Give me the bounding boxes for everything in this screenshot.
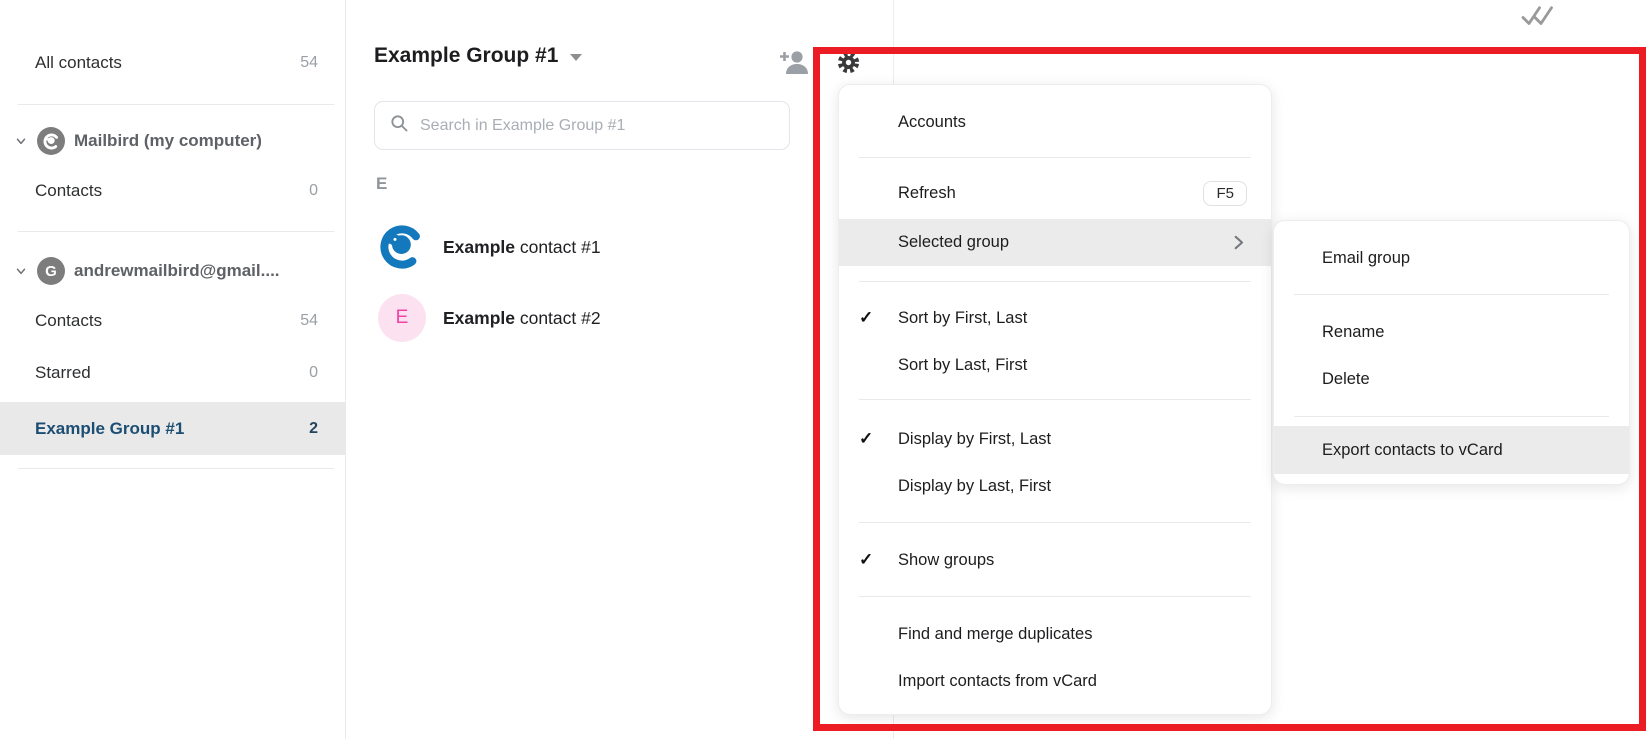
chevron-down-icon [14,264,28,278]
contacts-count: 54 [300,312,318,329]
avatar-initial: E [395,307,409,328]
selected-group-submenu: Email group Rename Delete Export contact… [1273,220,1630,485]
separator [859,399,1251,400]
search-box [374,101,790,150]
menu-label: Show groups [898,550,995,569]
contact-first-name: Example [443,236,515,257]
account-name: Mailbird (my computer) [74,131,262,150]
separator [859,596,1251,597]
separator [859,157,1251,158]
menu-label: Find and merge duplicates [898,624,1093,643]
menu-label: Delete [1322,369,1370,388]
menu-item-display-last-first[interactable]: Display by Last, First [839,462,1271,510]
separator [1294,416,1609,417]
menu-item-sort-first-last[interactable]: ✓ Sort by First, Last [839,294,1271,342]
sidebar-item-all-contacts[interactable]: All contacts 54 [0,40,346,86]
menu-label: Sort by Last, First [898,355,1028,374]
contact-first-name: Example [443,307,515,328]
account-name: andrewmailbird@gmail.... [74,261,280,280]
search-input[interactable] [420,116,775,135]
initial-avatar: E [378,294,426,342]
sidebar-item-contacts-gmail[interactable]: Contacts 54 [0,298,346,344]
google-account-avatar: G [37,257,65,285]
contact-name: Example contact #2 [443,308,601,329]
submenu-item-email-group[interactable]: Email group [1274,234,1629,282]
menu-label: Sort by First, Last [898,308,1028,327]
menu-item-selected-group[interactable]: Selected group [839,219,1271,266]
menu-item-import-contacts-vcard[interactable]: Import contacts from vCard [839,657,1271,705]
check-icon: ✓ [859,429,874,448]
all-contacts-label: All contacts [35,53,122,72]
menu-item-refresh[interactable]: Refresh F5 [839,169,1271,217]
sidebar-item-contacts-local[interactable]: Contacts 0 [0,168,346,214]
menu-label: Export contacts to vCard [1322,440,1503,459]
contact-row-example-2[interactable]: E Example contact #2 [366,286,826,350]
search-icon [389,113,409,138]
group-count: 2 [309,419,318,437]
group-label: Example Group #1 [35,418,185,438]
mailbird-logo-avatar [378,223,426,271]
chevron-down-icon [14,134,28,148]
menu-item-sort-last-first[interactable]: Sort by Last, First [839,341,1271,389]
starred-count: 0 [309,364,318,381]
menu-item-accounts[interactable]: Accounts [839,98,1271,146]
menu-item-show-groups[interactable]: ✓ Show groups [839,536,1271,584]
sidebar-account-gmail[interactable]: G andrewmailbird@gmail.... [0,248,346,294]
divider [18,468,334,469]
contact-name: Example contact #1 [443,237,601,258]
all-contacts-count: 54 [300,54,318,71]
sidebar-account-mailbird[interactable]: Mailbird (my computer) [0,118,346,164]
f5-shortcut-badge: F5 [1203,180,1247,206]
section-letter: E [376,174,388,193]
menu-label: Email group [1322,248,1411,267]
check-icon: ✓ [859,550,874,569]
add-contact-button[interactable] [778,48,812,81]
double-check-icon[interactable] [1520,3,1562,34]
chevron-right-icon [1230,234,1247,251]
menu-item-display-first-last[interactable]: ✓ Display by First, Last [839,415,1271,463]
menu-label: Refresh [898,183,956,202]
page-title: Example Group #1 [374,44,559,67]
sidebar-item-example-group-1[interactable]: Example Group #1 2 [0,402,346,455]
menu-label: Selected group [898,233,1009,251]
menu-label: Display by Last, First [898,476,1052,495]
menu-item-find-merge-duplicates[interactable]: Find and merge duplicates [839,610,1271,658]
divider [18,104,334,105]
contact-rest-name: contact #1 [514,236,601,257]
starred-label: Starred [35,363,91,382]
sidebar-item-starred[interactable]: Starred 0 [0,350,346,396]
submenu-item-export-contacts-vcard[interactable]: Export contacts to vCard [1274,426,1629,474]
dropdown-arrow-icon [570,54,583,61]
sidebar: All contacts 54 Mailbird (my computer) C… [0,0,346,739]
contact-rest-name: contact #2 [514,307,601,328]
menu-label: Accounts [898,112,966,131]
separator [1294,294,1609,295]
separator [859,522,1251,523]
menu-label: Rename [1322,322,1385,341]
contacts-count: 0 [309,182,318,199]
check-icon: ✓ [859,308,874,327]
gear-settings-menu: Accounts Refresh F5 Selected group ✓ Sor… [838,84,1272,715]
menu-label: Display by First, Last [898,429,1052,448]
mailbird-account-avatar [37,127,65,155]
submenu-item-delete[interactable]: Delete [1274,355,1629,403]
gear-icon[interactable] [836,50,861,80]
google-avatar-letter: G [45,262,57,280]
contact-row-example-1[interactable]: Example contact #1 [366,215,826,279]
contacts-label: Contacts [35,311,103,330]
divider [18,231,334,232]
contacts-label: Contacts [35,181,103,200]
submenu-item-rename[interactable]: Rename [1274,308,1629,356]
menu-label: Import contacts from vCard [898,671,1097,690]
separator [859,281,1251,282]
group-title-dropdown[interactable]: Example Group #1 [374,44,583,68]
